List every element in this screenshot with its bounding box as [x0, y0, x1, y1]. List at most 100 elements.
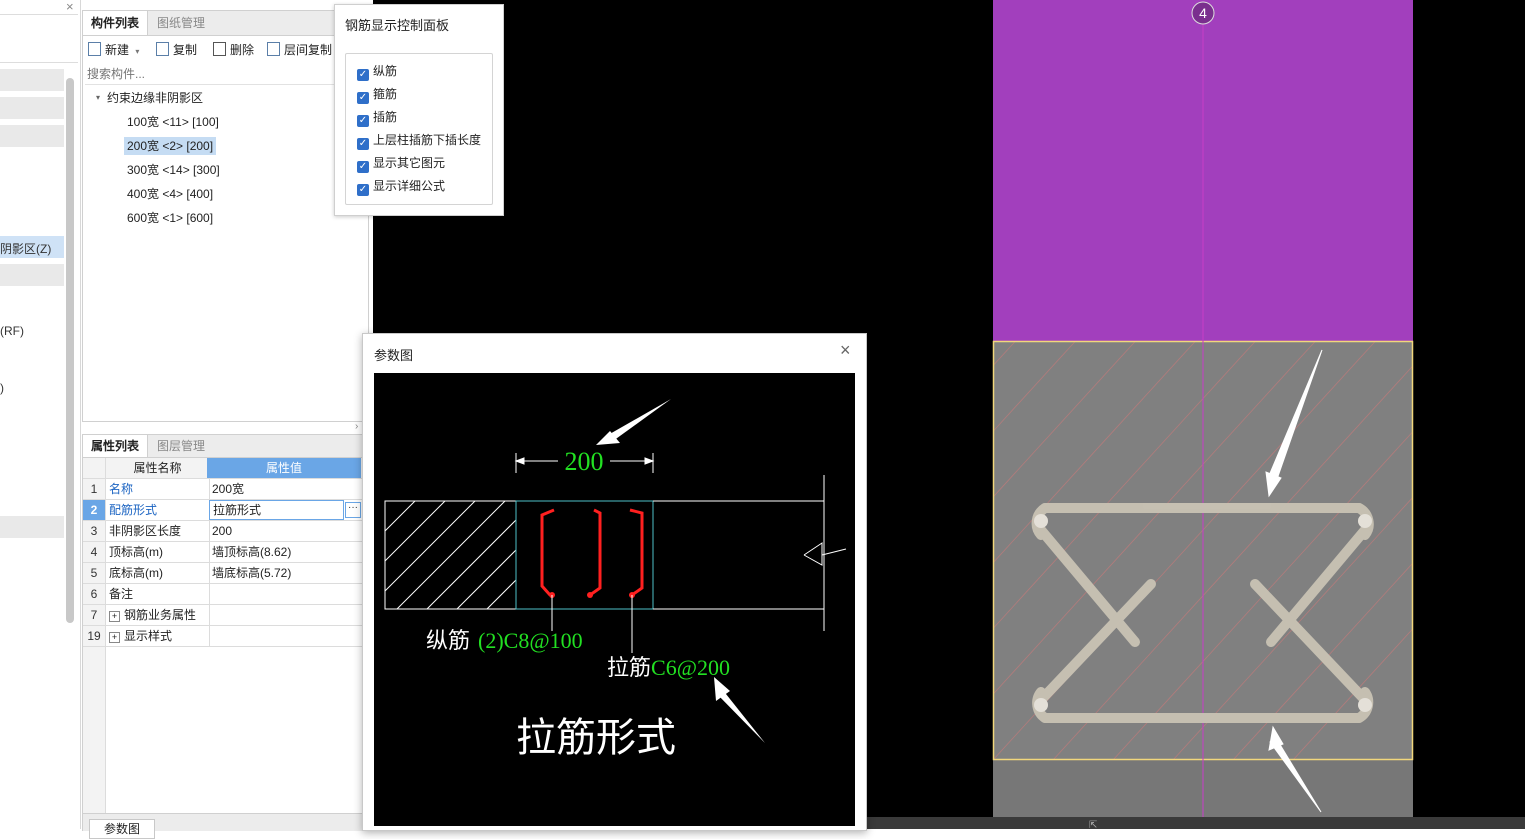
row-name: 非阴影区长度	[106, 521, 210, 541]
dialog-title: 参数图	[374, 348, 414, 363]
checkbox-show-other[interactable]: ✓ 显示其它图元	[357, 154, 445, 173]
checkbox-label: 插筋	[373, 110, 398, 124]
tree-item[interactable]: 100宽 <11> [100]	[124, 113, 222, 131]
property-tabbar: 属性列表 图层管理	[83, 435, 363, 458]
row-value[interactable]	[209, 584, 362, 604]
close-icon[interactable]: ×	[840, 340, 851, 361]
row-number: 2	[83, 500, 106, 520]
row-name-group: + 显示样式	[106, 626, 210, 646]
row-name: 名称	[106, 479, 210, 499]
row-name: 顶标高(m)	[106, 542, 210, 562]
property-panel: 属性列表 图层管理 属性名称 属性值 1 名称 200宽 2 配筋形式 拉筋形式…	[82, 434, 364, 839]
header-value: 属性值	[207, 458, 361, 478]
tie-label: 拉筋C6@200	[607, 655, 730, 681]
table-row-selected[interactable]: 2 配筋形式 拉筋形式 ···	[83, 500, 363, 521]
row-number: 5	[83, 563, 106, 583]
table-row[interactable]: 3 非阴影区长度 200	[83, 521, 363, 542]
left-nav-divider	[0, 14, 78, 15]
left-nav-row[interactable]	[0, 97, 64, 119]
checkbox-label: 上层柱插筋下插长度	[373, 133, 482, 147]
tab-param-diagram[interactable]: 参数图	[89, 819, 155, 839]
param-diagram-canvas: 200 纵筋 (2)C8@100 拉筋C6@200 拉筋形式	[374, 373, 855, 826]
tree-root[interactable]: 约束边缘非阴影区	[104, 89, 206, 107]
component-tabbar: 构件列表 图纸管理	[83, 11, 368, 36]
row-number: 1	[83, 479, 106, 499]
table-row[interactable]: 7 + 钢筋业务属性	[83, 605, 363, 626]
row-name: 配筋形式	[106, 500, 210, 520]
table-row[interactable]: 4 顶标高(m) 墙顶标高(8.62)	[83, 542, 363, 563]
checkbox-stirrup[interactable]: ✓ 箍筋	[357, 85, 397, 104]
new-label: 新建	[105, 43, 130, 57]
floor-copy-button[interactable]: 层间复制	[267, 41, 332, 59]
checkbox-checked-icon: ✓	[357, 69, 369, 81]
row-number: 7	[83, 605, 106, 625]
trash-icon	[213, 42, 226, 56]
component-list-panel: 构件列表 图纸管理 新建 ▾ 复制 删除 层间复制 ▾ 约束边缘非阴影区 100…	[82, 10, 369, 422]
tree-collapse-icon[interactable]: ▾	[96, 93, 100, 102]
row-value[interactable]: 墙顶标高(8.62)	[209, 542, 362, 562]
floor-copy-icon	[267, 42, 280, 56]
row-name: 备注	[106, 584, 210, 604]
copy-button[interactable]: 复制	[156, 41, 197, 59]
search-input[interactable]	[85, 64, 367, 85]
row-name: 显示样式	[124, 629, 173, 643]
expand-icon[interactable]: +	[109, 611, 120, 622]
table-row[interactable]: 6 备注	[83, 584, 363, 605]
row-name: 钢筋业务属性	[124, 608, 197, 622]
tab-layer-management[interactable]: 图层管理	[149, 435, 213, 457]
row-value[interactable]: 墙底标高(5.72)	[209, 563, 362, 583]
row-number: 6	[83, 584, 106, 604]
table-row[interactable]: 5 底标高(m) 墙底标高(5.72)	[83, 563, 363, 584]
checkbox-checked-icon: ✓	[357, 184, 369, 196]
row-name-group: + 钢筋业务属性	[106, 605, 210, 625]
left-scrollbar[interactable]	[66, 78, 74, 623]
tree-item[interactable]: 300宽 <14> [300]	[124, 161, 223, 179]
row-number-column-fill	[83, 647, 106, 813]
left-nav-row[interactable]	[0, 69, 64, 91]
control-panel-title: 钢筋显示控制面板	[345, 18, 450, 33]
left-nav-row[interactable]	[0, 125, 64, 147]
left-nav-item[interactable]: 阴影区(Z)	[0, 240, 51, 257]
row-value[interactable]: 200	[209, 521, 362, 541]
expand-icon[interactable]: +	[109, 632, 120, 643]
checkbox-checked-icon: ✓	[357, 92, 369, 104]
row-value[interactable]	[209, 605, 362, 625]
row-value[interactable]	[209, 626, 362, 646]
checkbox-show-formula[interactable]: ✓ 显示详细公式	[357, 177, 445, 196]
more-options-icon[interactable]: ···	[345, 502, 361, 518]
left-nav-row[interactable]	[0, 516, 64, 538]
delete-button[interactable]: 删除	[213, 41, 254, 59]
panel-collapse-icon[interactable]: ›	[355, 421, 358, 432]
close-icon[interactable]: ×	[66, 0, 74, 14]
row-number: 4	[83, 542, 106, 562]
row-number: 3	[83, 521, 106, 541]
new-icon	[88, 42, 101, 56]
left-nav-item[interactable]: )	[0, 381, 4, 395]
left-nav-row[interactable]	[0, 264, 64, 286]
tab-property-list[interactable]: 属性列表	[83, 435, 149, 457]
table-row[interactable]: 1 名称 200宽	[83, 479, 363, 500]
tree-item[interactable]: 400宽 <4> [400]	[124, 185, 216, 203]
row-value[interactable]: 200宽	[209, 479, 362, 499]
checkbox-dowel[interactable]: ✓ 插筋	[357, 108, 398, 127]
checkbox-label: 纵筋	[373, 64, 398, 78]
checkbox-upper-dowel-length[interactable]: ✓ 上层柱插筋下插长度	[357, 131, 482, 150]
new-button[interactable]: 新建 ▾	[88, 41, 139, 59]
tree-item[interactable]: 600宽 <1> [600]	[124, 209, 216, 227]
checkbox-longitudinal[interactable]: ✓ 纵筋	[357, 62, 398, 81]
header-num	[83, 458, 106, 478]
checkbox-checked-icon: ✓	[357, 115, 369, 127]
chevron-down-icon[interactable]: ▾	[135, 47, 139, 56]
copy-icon	[156, 42, 169, 56]
tab-component-list[interactable]: 构件列表	[83, 11, 149, 35]
table-row[interactable]: 19 + 显示样式	[83, 626, 363, 647]
copy-label: 复制	[173, 43, 198, 57]
header-name: 属性名称	[106, 458, 210, 478]
checkbox-checked-icon: ✓	[357, 138, 369, 150]
tab-drawing-management[interactable]: 图纸管理	[149, 11, 213, 35]
axis-label: 4	[1199, 5, 1207, 21]
longitudinal-label: 纵筋 (2)C8@100	[426, 628, 583, 654]
tree-item-selected[interactable]: 200宽 <2> [200]	[124, 137, 217, 155]
row-value-input[interactable]: 拉筋形式	[209, 500, 344, 520]
left-nav-item[interactable]: (RF)	[0, 324, 24, 338]
